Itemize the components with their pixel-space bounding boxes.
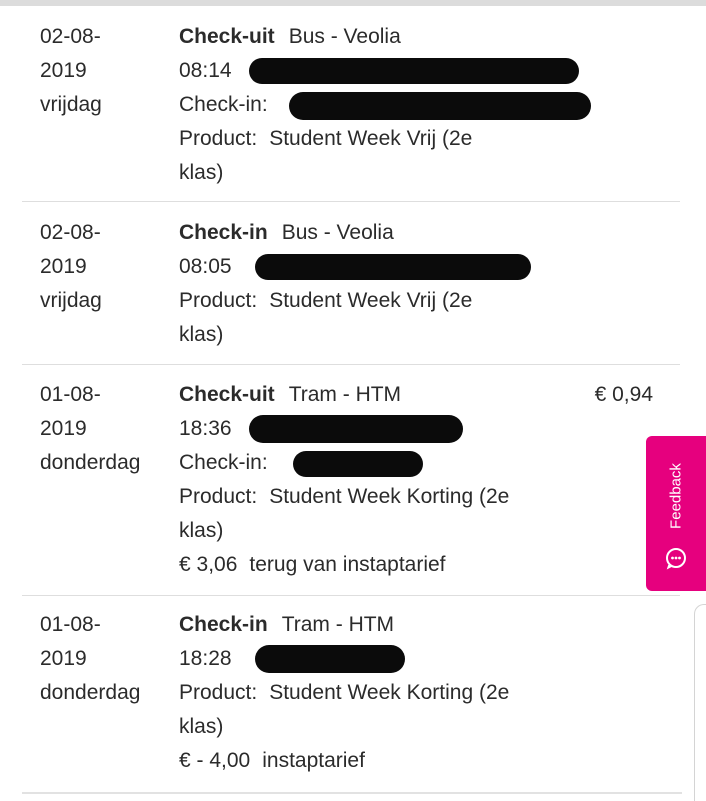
row-divider	[22, 201, 680, 202]
row-divider	[22, 792, 682, 794]
transaction-row[interactable]: 01-08- 2019 donderdag Check-uit Tram - HT…	[22, 378, 680, 594]
product-label: Product:	[179, 485, 258, 508]
row-divider	[22, 364, 680, 365]
transaction-type: Check-uit	[179, 25, 275, 48]
redaction-mark	[293, 451, 423, 477]
product-label: Product:	[179, 289, 258, 312]
transaction-type: Check-in	[179, 613, 268, 636]
product-name: Student Week Vrij (2e	[269, 127, 473, 150]
date-day-month: 02-08-	[40, 25, 101, 48]
transaction-row[interactable]: 02-08- 2019 vrijdag Check-in Bus - Veolia…	[22, 216, 680, 364]
redaction-mark	[249, 58, 579, 84]
product-name: Student Week Vrij (2e	[269, 289, 473, 312]
product-name: Student Week Korting (2e	[269, 681, 510, 704]
transaction-type: Check-uit	[179, 383, 275, 406]
transport-mode: Bus - Veolia	[288, 25, 401, 48]
transaction-time: 18:28	[179, 647, 232, 670]
transaction-type: Check-in	[179, 221, 268, 244]
fare-note: instaptarief	[262, 749, 365, 772]
date-weekday: donderdag	[40, 681, 141, 704]
product-label: Product:	[179, 681, 258, 704]
transaction-time: 18:36	[179, 417, 232, 440]
product-label: Product:	[179, 127, 258, 150]
row-divider	[22, 595, 680, 596]
transaction-time: 08:14	[179, 59, 232, 82]
product-name: Student Week Korting (2e	[269, 485, 510, 508]
transaction-details: Check-in Bus - Veolia 08:05 Product: Stude…	[179, 216, 579, 352]
transaction-row[interactable]: 02-08- 2019 vrijdag Check-uit Bus - Veoli…	[22, 20, 680, 202]
date-weekday: vrijdag	[40, 289, 102, 312]
transaction-details: Check-uit Tram - HTM 18:36 Check-in: Prod…	[179, 378, 579, 582]
redaction-mark	[255, 254, 531, 280]
transport-mode: Tram - HTM	[281, 613, 395, 636]
feedback-button[interactable]: Feedback	[646, 436, 706, 591]
feedback-label: Feedback	[667, 463, 685, 529]
date-weekday: vrijdag	[40, 93, 102, 116]
transaction-time: 08:05	[179, 255, 232, 278]
checkin-label: Check-in:	[179, 451, 268, 474]
transaction-amount: € 0,94	[594, 383, 653, 406]
transaction-date: 02-08- 2019 vrijdag	[40, 216, 170, 318]
redaction-mark	[249, 415, 463, 443]
date-year: 2019	[40, 647, 87, 670]
date-year: 2019	[40, 59, 87, 82]
fare-value: € - 4,00	[179, 749, 251, 772]
transport-mode: Tram - HTM	[288, 383, 402, 406]
scroll-track[interactable]	[694, 604, 706, 801]
transaction-details: Check-in Tram - HTM 18:28 Product: Student…	[179, 608, 579, 778]
product-class: klas)	[179, 161, 224, 184]
fare-value: € 3,06	[179, 553, 238, 576]
fare-note: terug van instaptarief	[249, 553, 446, 576]
date-year: 2019	[40, 417, 87, 440]
product-class: klas)	[179, 323, 224, 346]
transport-mode: Bus - Veolia	[281, 221, 394, 244]
redaction-mark	[255, 645, 405, 673]
product-class: klas)	[179, 715, 224, 738]
chat-bubble-icon	[666, 548, 686, 570]
date-day-month: 02-08-	[40, 221, 101, 244]
date-weekday: donderdag	[40, 451, 141, 474]
top-divider	[0, 0, 706, 6]
transaction-date: 01-08- 2019 donderdag	[40, 378, 170, 480]
redaction-mark	[289, 92, 591, 120]
product-class: klas)	[179, 519, 224, 542]
transaction-date: 01-08- 2019 donderdag	[40, 608, 170, 710]
date-day-month: 01-08-	[40, 613, 101, 636]
date-day-month: 01-08-	[40, 383, 101, 406]
transaction-row[interactable]: 01-08- 2019 donderdag Check-in Tram - HTM…	[22, 608, 680, 792]
date-year: 2019	[40, 255, 87, 278]
checkin-label: Check-in:	[179, 93, 268, 116]
transaction-date: 02-08- 2019 vrijdag	[40, 20, 170, 122]
transaction-details: Check-uit Bus - Veolia 08:14 Check-in: Pr…	[179, 20, 591, 190]
